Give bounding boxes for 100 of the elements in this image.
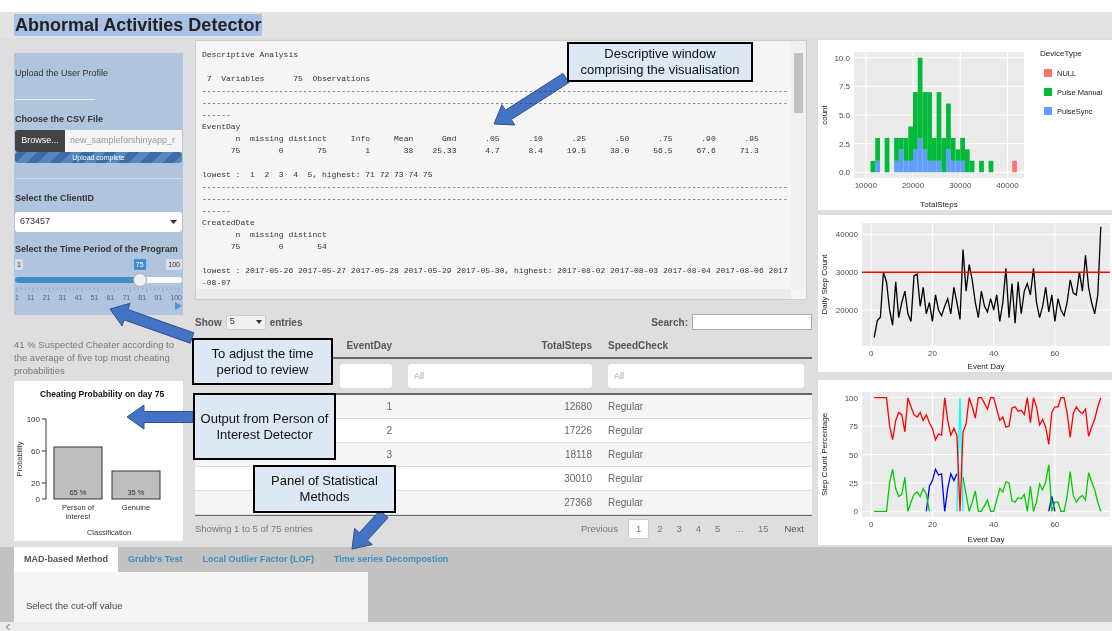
- y-tick-label: 30000: [835, 268, 858, 278]
- vertical-scrollbar[interactable]: [791, 41, 806, 289]
- output-line: Descriptive Analysis: [202, 49, 298, 61]
- output-line: --------------------------------------------------------------------------------------------------------------------------: [202, 85, 788, 97]
- scrollbar-thumb[interactable]: [794, 53, 803, 113]
- x-tick-label: 30000: [949, 181, 972, 190]
- chart-title: Cheating Probability on day 75: [39, 389, 165, 399]
- table-cell: 3: [386, 449, 392, 460]
- legend-title: DeviceType: [1040, 49, 1082, 58]
- x-tick-label: 20: [927, 520, 937, 529]
- bar: [979, 160, 984, 173]
- caret-icon: [170, 219, 177, 224]
- page-button[interactable]: 15: [751, 519, 775, 539]
- y-axis-title: Step Count Percentage: [820, 412, 829, 497]
- x-tick-label: 20: [927, 349, 937, 358]
- y-tick-label: 0.0: [838, 168, 850, 178]
- field-label: Select the cut-off value: [26, 600, 123, 611]
- table-cell: 30010: [564, 473, 592, 484]
- next-page-button[interactable]: Next: [776, 521, 812, 537]
- bar: [111, 470, 161, 500]
- y-tick-label: 75: [849, 422, 858, 432]
- output-line: lowest : 2017-05-26 2017-05-27 2017-05-28 2017-05-29 2017-05-30, highest: 2017-08-02 2017-08-03 2017-08-04 2017-08-06 2017: [202, 265, 788, 277]
- table-cell: Regular: [608, 473, 644, 484]
- y-tick-label: 100: [26, 415, 40, 424]
- y-axis-title: count: [820, 105, 829, 125]
- table-cell: Regular: [608, 425, 644, 436]
- output-line: EventDay: [202, 121, 241, 133]
- browse-button[interactable]: Browse...: [15, 130, 65, 152]
- y-tick-label: 25: [849, 478, 858, 488]
- y-tick-label: 50: [849, 450, 858, 460]
- x-tick-label: 0: [868, 520, 874, 529]
- y-tick-label: 20: [31, 479, 40, 488]
- scroll-left-icon[interactable]: [6, 623, 10, 630]
- table-cell: Regular: [608, 401, 644, 412]
- page-button[interactable]: 3: [670, 519, 688, 539]
- x-tick-label: 40: [989, 349, 999, 358]
- y-tick-label: 10.0: [834, 53, 850, 63]
- column-filter-field[interactable]: All: [408, 364, 592, 388]
- entries-select[interactable]: 5: [225, 314, 266, 330]
- table-cell: Regular: [608, 449, 644, 460]
- app-title: Abnormal Activities Detector: [14, 14, 263, 36]
- column-header[interactable]: TotalSteps: [541, 337, 592, 353]
- table-cell: 12680: [564, 401, 592, 412]
- y-tick-label: 0: [35, 495, 40, 504]
- output-line: 7 Variables 75 Observations: [205, 73, 371, 85]
- output-line: n missing distinct: [234, 229, 327, 241]
- output-line: CreatedDate: [202, 217, 255, 229]
- output-line: n missing distinct Info Mean Gmd .05 .10 .25 .50 .75 .90 .95: [234, 133, 759, 145]
- x-axis-title: Event Day: [967, 535, 1005, 544]
- x-tick-label: 60: [1050, 349, 1060, 358]
- file-name-field[interactable]: new_sampleforshinyapp_r: [65, 130, 182, 152]
- method-tab[interactable]: MAD-based Method: [14, 547, 118, 572]
- page-button[interactable]: 1: [627, 519, 650, 539]
- bar: [53, 446, 103, 500]
- bar: [988, 160, 994, 173]
- method-tab[interactable]: Grubb's Test: [118, 547, 193, 572]
- length-label: entries: [269, 315, 303, 330]
- table-info: Showing 1 to 5 of 75 entries: [195, 521, 313, 536]
- bar: [884, 137, 890, 173]
- output-line: ------: [202, 205, 231, 217]
- x-axis-title: TotalSteps: [920, 200, 958, 209]
- x-tick-label: 60: [1050, 520, 1060, 529]
- client-select[interactable]: 673457: [15, 211, 182, 232]
- output-line: 75 0 75 1 38 25.33 4.7 8.4 19.5 38.0 56.5 67.6 71.3: [229, 145, 759, 157]
- y-tick-label: 2.5: [838, 139, 850, 149]
- page-button[interactable]: …: [728, 519, 750, 539]
- y-tick-label: 5.0: [838, 111, 850, 120]
- callout-box: Output from Person of Interest Detector: [193, 393, 336, 460]
- caret-icon: [255, 320, 262, 324]
- page-button[interactable]: 2: [651, 519, 669, 539]
- horizontal-scrollbar[interactable]: [196, 289, 791, 299]
- y-tick-label: 7.5: [838, 82, 850, 92]
- column-header[interactable]: EventDay: [346, 337, 392, 353]
- callout-box: To adjust the time period to review: [192, 338, 333, 385]
- horizontal-scrollbar[interactable]: [0, 622, 1112, 631]
- column-filter-field[interactable]: [340, 364, 392, 388]
- previous-page-button[interactable]: Previous: [572, 521, 626, 537]
- field-label: Select the Time Period of the Program: [15, 242, 179, 256]
- section-heading: Upload the User Profile: [15, 67, 110, 80]
- suspect-summary: 41 % Suspected Cheater according to the average of five top most cheating probabilities: [14, 338, 175, 377]
- callout-box: Panel of Statistical Methods: [253, 465, 396, 513]
- arrow: [126, 404, 194, 430]
- output-line: lowest : 1 2 3 4 5, highest: 71 72 73 74 75: [202, 169, 433, 181]
- slider-handle[interactable]: [132, 273, 147, 287]
- column-header[interactable]: SpeedCheck: [608, 337, 669, 353]
- search-field[interactable]: [692, 314, 812, 330]
- output-line: --------------------------------------------------------------------------------------------------------------------------: [202, 193, 788, 205]
- search-label: Search:: [651, 315, 688, 330]
- y-tick-label: 100: [844, 393, 858, 403]
- x-tick-label: 20000: [901, 181, 925, 190]
- play-icon[interactable]: [175, 302, 182, 310]
- column-filter-field[interactable]: All: [608, 364, 804, 388]
- output-line: --------------------------------------------------------------------------------------------------------------------------: [202, 181, 788, 193]
- table-cell: Regular: [608, 497, 644, 508]
- page-button[interactable]: 4: [689, 519, 708, 539]
- x-tick-label: 10000: [854, 181, 877, 190]
- page-button[interactable]: 5: [709, 519, 727, 539]
- method-tab[interactable]: Time series Decompostion: [324, 547, 459, 572]
- table-cell: 2: [386, 425, 392, 436]
- method-tab[interactable]: Local Outlier Factor (LOF): [192, 547, 324, 572]
